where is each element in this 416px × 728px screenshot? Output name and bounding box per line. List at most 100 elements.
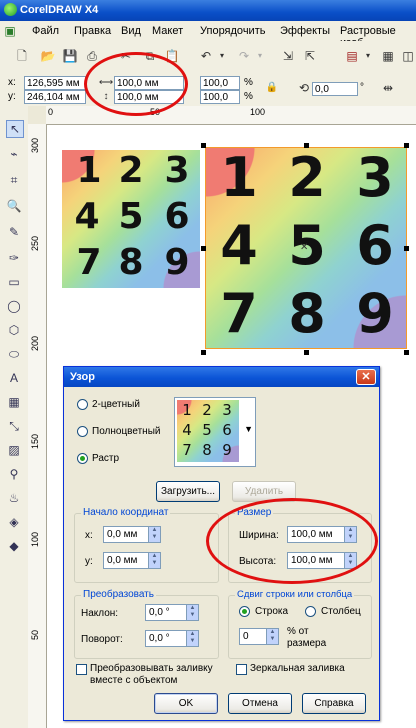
selection-handle[interactable] <box>404 143 409 148</box>
radio-column[interactable] <box>305 606 316 617</box>
menu-layout[interactable]: Макет <box>152 25 183 37</box>
outline-tool-icon[interactable]: ♨ <box>6 490 22 506</box>
ellipse-tool-icon[interactable]: ◯ <box>6 298 22 314</box>
spin-arrows-icon[interactable]: ▲ ▼ <box>186 605 198 620</box>
welcome-screen-icon[interactable]: ▦ <box>380 48 396 64</box>
x-position-label: x: <box>8 77 16 88</box>
selection-handle[interactable] <box>304 350 309 355</box>
spin-arrows-icon[interactable]: ▲ ▼ <box>266 629 278 644</box>
redo-icon[interactable]: ↷ <box>236 48 252 64</box>
eyedropper-tool-icon[interactable]: ⚲ <box>6 466 22 482</box>
menu-edit[interactable]: Правка <box>74 25 111 37</box>
mirror-icon[interactable]: ⇹ <box>380 80 396 96</box>
selection-handle[interactable] <box>201 143 206 148</box>
menu-view[interactable]: Вид <box>121 25 141 37</box>
launcher-dropdown-icon[interactable]: ▾ <box>360 48 376 64</box>
export-icon[interactable]: ⇱ <box>302 48 318 64</box>
corel-online-icon[interactable]: ◫ <box>400 48 416 64</box>
spin-arrows-icon[interactable]: ▲ ▼ <box>148 553 160 568</box>
load-button[interactable]: Загрузить... <box>156 481 220 502</box>
selection-handle[interactable] <box>404 350 409 355</box>
digit: 8 <box>288 282 326 345</box>
rectangle-tool-icon[interactable]: ▭ <box>6 274 22 290</box>
dialog-title-bar[interactable]: Узор ✕ <box>64 367 379 387</box>
selection-handle[interactable] <box>404 246 409 251</box>
rotate-field[interactable]: 0,0 ° ▲ ▼ <box>145 630 199 647</box>
offset-field[interactable]: 0 ▲ ▼ <box>239 628 279 645</box>
scale-height-percent: % <box>244 91 253 102</box>
document-icon[interactable]: ▣ <box>2 23 18 39</box>
polygon-tool-icon[interactable]: ⬡ <box>6 322 22 338</box>
interactive-fill-tool-icon[interactable]: ◆ <box>6 538 22 554</box>
radio-bitmap[interactable] <box>77 453 88 464</box>
vertical-ruler[interactable]: 300 250 200 150 100 50 <box>28 124 47 728</box>
mirror-fill-checkbox[interactable] <box>236 664 247 675</box>
radio-row-label[interactable]: Строка <box>255 606 288 617</box>
selected-pattern-object[interactable]: 1 2 3 4 5 6 7 8 9 ✕ <box>205 147 407 349</box>
horizontal-ruler[interactable]: 0 50 100 <box>28 106 416 125</box>
digit: 4 <box>220 214 258 277</box>
chevron-down-icon[interactable]: ▼ <box>244 424 253 434</box>
pick-tool-icon[interactable]: ↖ <box>6 120 24 138</box>
save-icon[interactable]: 💾 <box>62 48 78 64</box>
y-position-field[interactable]: 246,104 мм <box>24 90 86 104</box>
radio-fullcolor-label[interactable]: Полноцветный <box>92 426 160 437</box>
text-tool-icon[interactable]: A <box>6 370 22 386</box>
radio-2color-label[interactable]: 2-цветный <box>92 399 140 410</box>
transform-fill-checkbox[interactable] <box>76 664 87 675</box>
rotation-field[interactable]: 0,0 <box>312 82 358 96</box>
radio-row[interactable] <box>239 606 250 617</box>
spin-arrows-icon[interactable]: ▲ ▼ <box>148 527 160 542</box>
scale-height-field[interactable]: 100,0 <box>200 90 240 104</box>
zoom-tool-icon[interactable]: 🔍 <box>6 198 22 214</box>
toolbox: ↖ ⌁ ⌗ 🔍 ✎ ✑ ▭ ◯ ⬡ ⬭ A ▦ ⤡ ▨ ⚲ ♨ ◈ ◆ <box>0 106 29 728</box>
skew-field[interactable]: 0,0 ° ▲ ▼ <box>145 604 199 621</box>
pattern-tile-small[interactable]: 1 2 3 4 5 6 7 8 9 <box>62 150 200 288</box>
redo-dropdown-icon[interactable]: ▾ <box>252 48 268 64</box>
ok-button[interactable]: OK <box>154 693 218 714</box>
undo-icon[interactable]: ↶ <box>198 48 214 64</box>
shape-tool-icon[interactable]: ⌁ <box>6 146 22 162</box>
transform-group: Преобразовать Наклон: 0,0 ° ▲ ▼ Поворот: 0… <box>74 589 219 659</box>
application-launcher-icon[interactable]: ▤ <box>344 48 360 64</box>
fill-tool-icon[interactable]: ◈ <box>6 514 22 530</box>
selection-handle[interactable] <box>201 246 206 251</box>
standard-toolbar: 🗋 📂 💾 ⎙ ✂ ⧉ 📋 ↶ ▾ ↷ ▾ ⇲ ⇱ ▤ ▾ ▦ ◫ <box>0 41 416 72</box>
crop-tool-icon[interactable]: ⌗ <box>6 172 22 188</box>
menu-file[interactable]: Файл <box>32 25 59 37</box>
digit: 2 <box>288 148 326 209</box>
help-button[interactable]: Справка <box>302 693 366 714</box>
selection-handle[interactable] <box>201 350 206 355</box>
radio-column-label[interactable]: Столбец <box>321 606 361 617</box>
transform-fill-label-2[interactable]: вместе с объектом <box>90 675 177 686</box>
mirror-fill-label[interactable]: Зеркальная заливка <box>250 663 345 674</box>
new-document-icon[interactable]: 🗋 <box>14 48 30 64</box>
radio-2color[interactable] <box>77 399 88 410</box>
origin-x-field[interactable]: 0,0 мм ▲ ▼ <box>103 526 161 543</box>
spin-arrows-icon[interactable]: ▲ ▼ <box>186 631 198 646</box>
radio-bitmap-label[interactable]: Растр <box>92 453 119 464</box>
undo-dropdown-icon[interactable]: ▾ <box>214 48 230 64</box>
smart-fill-tool-icon[interactable]: ✑ <box>6 250 22 266</box>
menu-arrange[interactable]: Упорядочить <box>200 25 265 37</box>
interactive-blend-tool-icon[interactable]: ▨ <box>6 442 22 458</box>
freehand-tool-icon[interactable]: ✎ <box>6 224 22 240</box>
lock-ratio-icon[interactable]: 🔒 <box>264 80 280 96</box>
table-tool-icon[interactable]: ▦ <box>6 394 22 410</box>
import-icon[interactable]: ⇲ <box>280 48 296 64</box>
pattern-picker[interactable]: 1 2 3 4 5 6 7 8 9 ▼ <box>174 397 256 467</box>
dimension-tool-icon[interactable]: ⤡ <box>6 418 22 434</box>
basic-shapes-tool-icon[interactable]: ⬭ <box>6 346 22 362</box>
digit: 1 <box>220 148 258 209</box>
ruler-origin[interactable] <box>28 106 46 124</box>
cancel-button[interactable]: Отмена <box>228 693 292 714</box>
origin-y-field[interactable]: 0,0 мм ▲ ▼ <box>103 552 161 569</box>
transform-fill-label-1[interactable]: Преобразовывать заливку <box>90 663 213 674</box>
radio-fullcolor[interactable] <box>77 426 88 437</box>
close-icon[interactable]: ✕ <box>356 369 376 385</box>
scale-width-field[interactable]: 100,0 <box>200 76 240 90</box>
menu-effects[interactable]: Эффекты <box>280 25 330 37</box>
x-position-field[interactable]: 126,595 мм <box>24 76 86 90</box>
selection-handle[interactable] <box>304 143 309 148</box>
open-folder-icon[interactable]: 📂 <box>40 48 56 64</box>
